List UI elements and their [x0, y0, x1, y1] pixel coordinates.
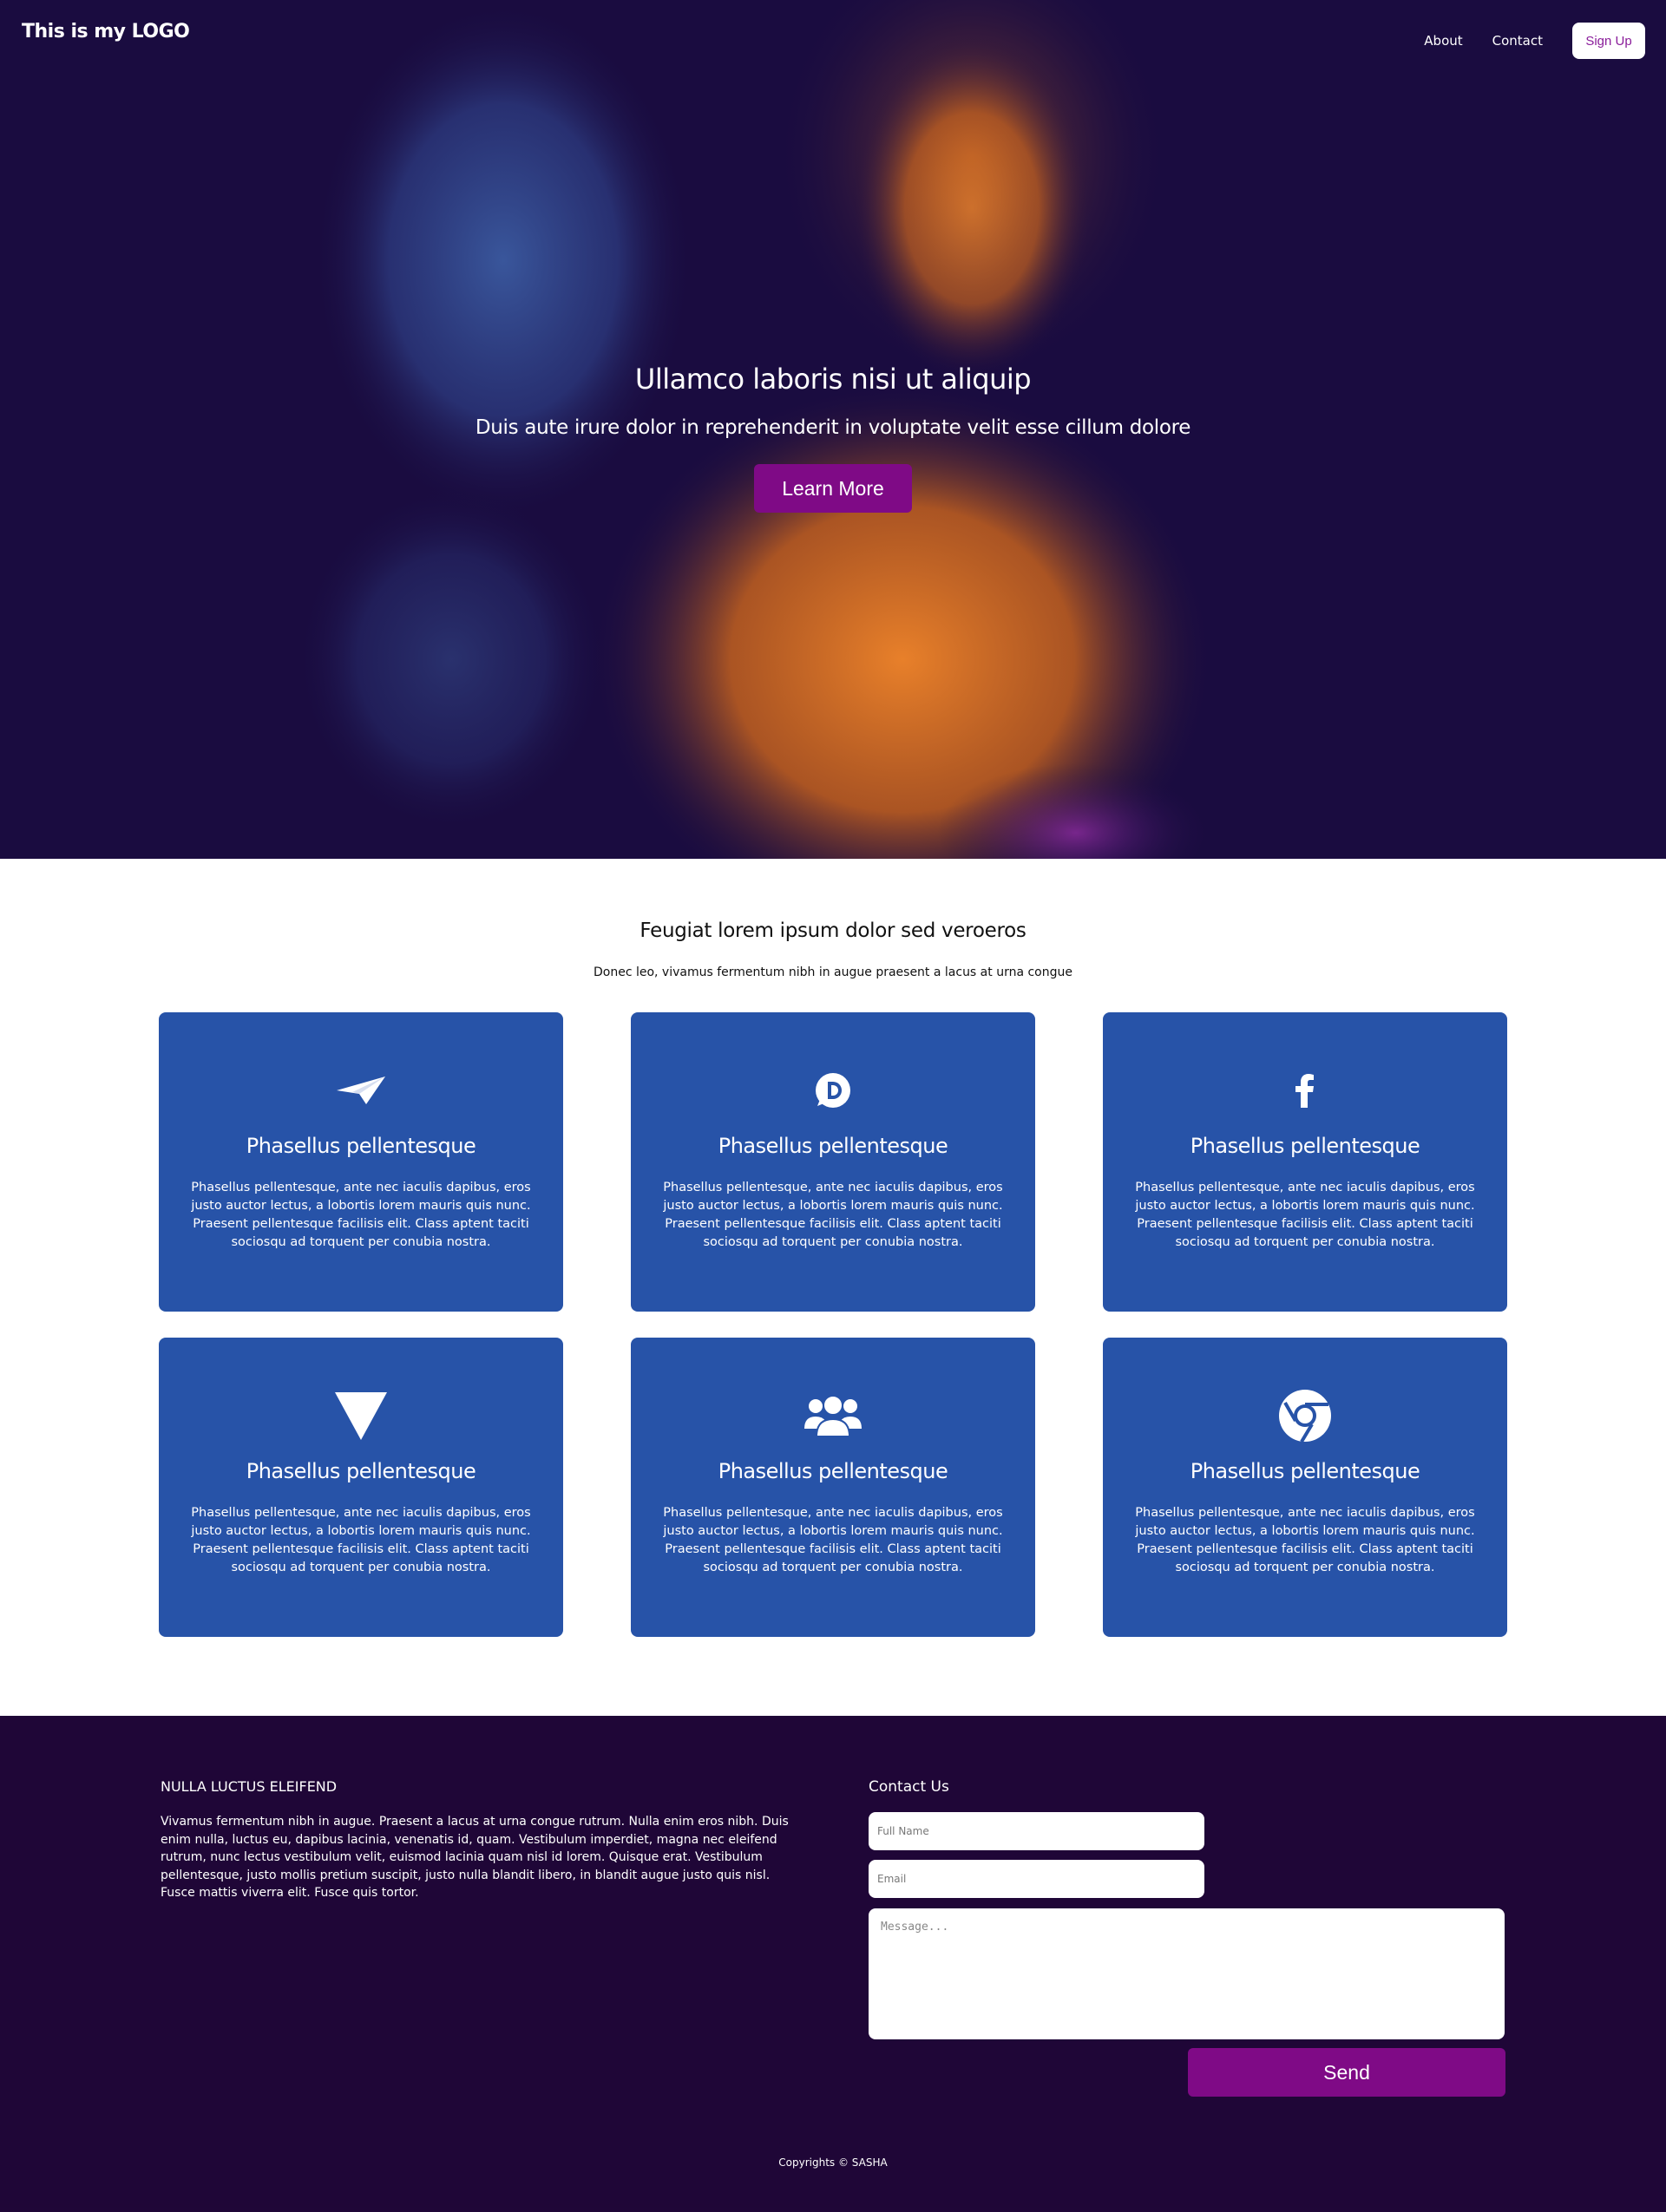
- feature-card: Phasellus pellentesque Phasellus pellent…: [159, 1338, 563, 1637]
- features-title: Feugiat lorem ipsum dolor sed veroeros: [640, 919, 1026, 942]
- paper-plane-icon: [159, 1064, 563, 1116]
- feature-card-title: Phasellus pellentesque: [246, 1134, 476, 1158]
- feature-card-title: Phasellus pellentesque: [1190, 1134, 1420, 1158]
- feature-card-text: Phasellus pellentesque, ante nec iaculis…: [1135, 1181, 1475, 1249]
- users-icon: [631, 1390, 1035, 1442]
- feature-card-text: Phasellus pellentesque, ante nec iaculis…: [191, 1181, 531, 1249]
- signup-button[interactable]: Sign Up: [1572, 23, 1645, 59]
- email-field[interactable]: Email: [869, 1860, 1204, 1898]
- footer: NULLA LUCTUS ELEIFEND Vivamus fermentum …: [0, 1716, 1666, 2212]
- nav-link-contact[interactable]: Contact: [1492, 33, 1543, 49]
- feature-card-text: Phasellus pellentesque, ante nec iaculis…: [663, 1181, 1003, 1249]
- logo[interactable]: This is my LOGO: [22, 21, 190, 43]
- feature-card-title: Phasellus pellentesque: [718, 1134, 948, 1158]
- feature-card: Phasellus pellentesque Phasellus pellent…: [631, 1338, 1035, 1637]
- hero-section: This is my LOGO About Contact Sign Up Ul…: [0, 0, 1666, 859]
- message-field[interactable]: Message...: [869, 1908, 1505, 2039]
- chrome-icon: [1103, 1390, 1507, 1443]
- feature-card-title: Phasellus pellentesque: [1190, 1459, 1420, 1483]
- feature-card: Phasellus pellentesque Phasellus pellent…: [159, 1012, 563, 1312]
- learn-more-button[interactable]: Learn More: [754, 464, 912, 513]
- feature-card-title: Phasellus pellentesque: [718, 1459, 948, 1483]
- disqus-icon: [631, 1064, 1035, 1116]
- feature-card-text: Phasellus pellentesque, ante nec iaculis…: [663, 1506, 1003, 1574]
- feature-card-text: Phasellus pellentesque, ante nec iaculis…: [1135, 1506, 1475, 1574]
- feature-card-title: Phasellus pellentesque: [246, 1459, 476, 1483]
- hero-subtitle: Duis aute irure dolor in reprehenderit i…: [475, 416, 1191, 439]
- copyright: Copyrights © SASHA: [778, 2156, 888, 2169]
- feature-card: Phasellus pellentesque Phasellus pellent…: [1103, 1012, 1507, 1312]
- facebook-icon: [1103, 1064, 1507, 1116]
- feature-card: Phasellus pellentesque Phasellus pellent…: [631, 1012, 1035, 1312]
- nav-link-about[interactable]: About: [1424, 33, 1462, 49]
- main-nav: About Contact Sign Up: [1424, 23, 1645, 59]
- feature-card-text: Phasellus pellentesque, ante nec iaculis…: [191, 1506, 531, 1574]
- footer-heading: NULLA LUCTUS ELEIFEND: [161, 1778, 338, 1795]
- footer-paragraph: Vivamus fermentum nibh in augue. Praesen…: [161, 1815, 789, 1900]
- contact-heading: Contact Us: [869, 1778, 949, 1796]
- full-name-field[interactable]: Full Name: [869, 1812, 1204, 1850]
- feature-card: Phasellus pellentesque Phasellus pellent…: [1103, 1338, 1507, 1637]
- hero-title: Ullamco laboris nisi ut aliquip: [634, 363, 1032, 396]
- triangle-down-icon: [159, 1390, 563, 1442]
- send-button[interactable]: Send: [1188, 2048, 1505, 2097]
- features-subtitle: Donec leo, vivamus fermentum nibh in aug…: [593, 965, 1072, 979]
